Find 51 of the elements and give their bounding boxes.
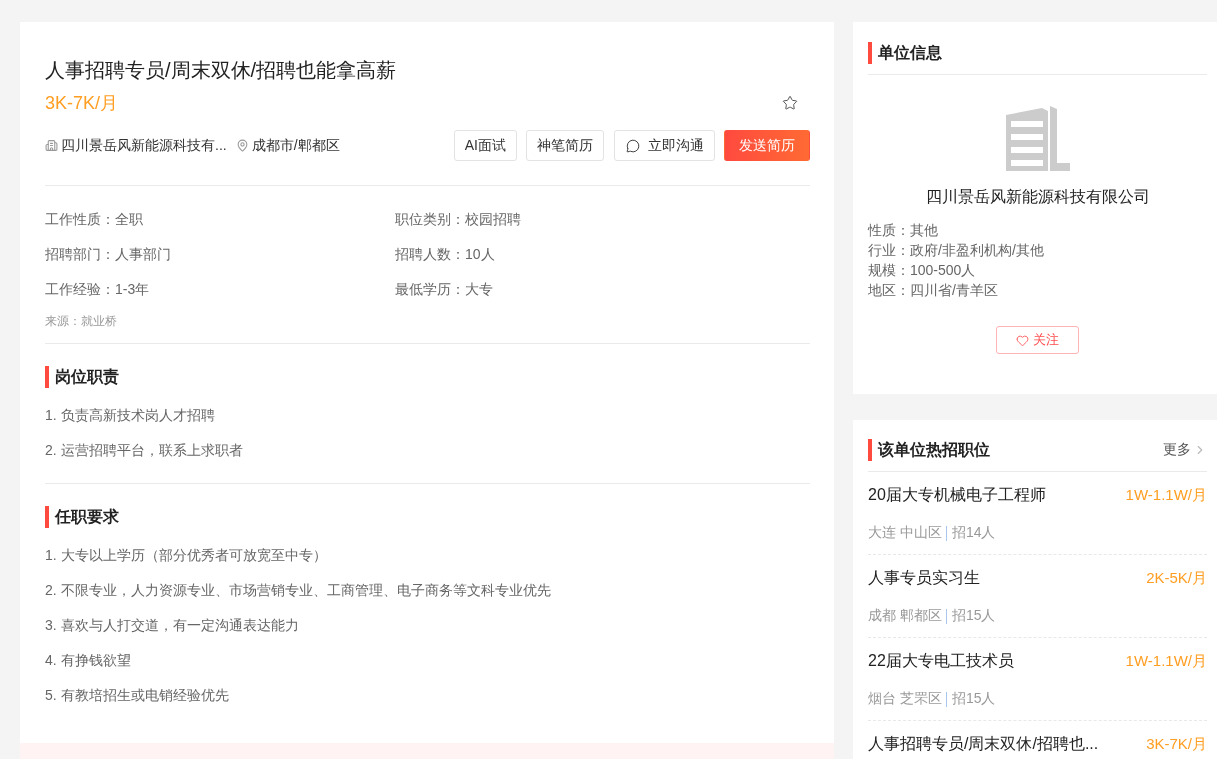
company-fact: 地区：四川省/青羊区 [868, 281, 999, 300]
job-link[interactable]: 20届大专机械电子工程师 [868, 484, 1046, 506]
chat-icon [626, 138, 640, 153]
job-detail-text: 职位类别：校园招聘 [395, 211, 521, 227]
heart-icon [1016, 333, 1029, 347]
card-title: 单位信息 [868, 42, 942, 64]
building-icon [45, 139, 58, 152]
company-full-name: 四川景岳风新能源科技有限公司 [924, 187, 1151, 207]
job-salary: 3K-7K/月 [45, 92, 119, 115]
job-detail-text: 招聘部门：人事部门 [45, 246, 171, 262]
openings-count: 招15人 [951, 607, 996, 625]
job-salary: 1W-1.1W/月 [1125, 485, 1207, 505]
openings-count: 招14人 [951, 524, 996, 542]
requirement-text: 4. 有挣钱欲望 [45, 651, 132, 670]
star-icon[interactable] [782, 95, 798, 111]
job-detail-text: 工作经验：1-3年 [45, 281, 150, 297]
requirement-text: 1. 大专以上学历（部分优秀者可放宽至中专） [45, 546, 328, 565]
job-link[interactable]: 22届大专电工技术员 [868, 650, 1014, 672]
openings-count: 招15人 [951, 690, 996, 708]
job-salary: 3K-7K/月 [1146, 734, 1207, 754]
requirement-text: 5. 有教培招生或电销经验优先 [45, 686, 230, 705]
company-fact: 行业：政府/非盈利机构/其他 [868, 241, 1045, 260]
building-icon [1005, 106, 1070, 171]
company-fact: 规模：100-500人 [868, 261, 977, 280]
chat-button[interactable]: 立即沟通 [614, 130, 715, 161]
source-text: 来源：就业桥 [45, 312, 810, 344]
card-title: 该单位热招职位 [868, 439, 990, 461]
company-name[interactable]: 四川景岳风新能源科技有... [61, 136, 227, 155]
company-fact: 性质：其他 [868, 221, 939, 240]
job-location: 烟台 芝罘区 [868, 690, 942, 708]
location-pin-icon [235, 139, 249, 152]
job-detail-text: 招聘人数：10人 [395, 246, 495, 262]
job-location: 大连 中山区 [868, 524, 942, 542]
requirement-text: 2. 运营招聘平台，联系上求职者 [45, 441, 244, 460]
requirement-text: 2. 不限专业，人力资源专业、市场营销专业、工商管理、电子商务等文科专业优先 [45, 581, 552, 600]
job-link[interactable]: 人事专员实习生 [868, 567, 980, 589]
section-title: 岗位职责 [45, 366, 810, 388]
job-salary: 2K-5K/月 [1146, 568, 1207, 588]
requirement-text: 3. 喜欢与人打交道，有一定沟通表达能力 [45, 616, 300, 635]
job-location: 成都市/郫都区 [251, 136, 340, 155]
action-button[interactable]: 神笔简历 [526, 130, 604, 161]
job-salary: 1W-1.1W/月 [1125, 651, 1207, 671]
requirement-text: 1. 负责高新技术岗人才招聘 [45, 406, 216, 425]
action-button[interactable]: AI面试 [453, 130, 517, 161]
more-link[interactable]: 更多 [1163, 441, 1207, 459]
job-detail-text: 最低学历：大专 [395, 281, 493, 297]
section-title: 任职要求 [45, 506, 810, 528]
job-title: 人事招聘专员/周末双休/招聘也能拿高薪 [45, 58, 398, 83]
job-detail-text: 工作性质：全职 [45, 211, 143, 227]
job-location: 成都 郫都区 [868, 607, 942, 625]
job-link[interactable]: 人事招聘专员/周末双休/招聘也... [868, 733, 1099, 755]
